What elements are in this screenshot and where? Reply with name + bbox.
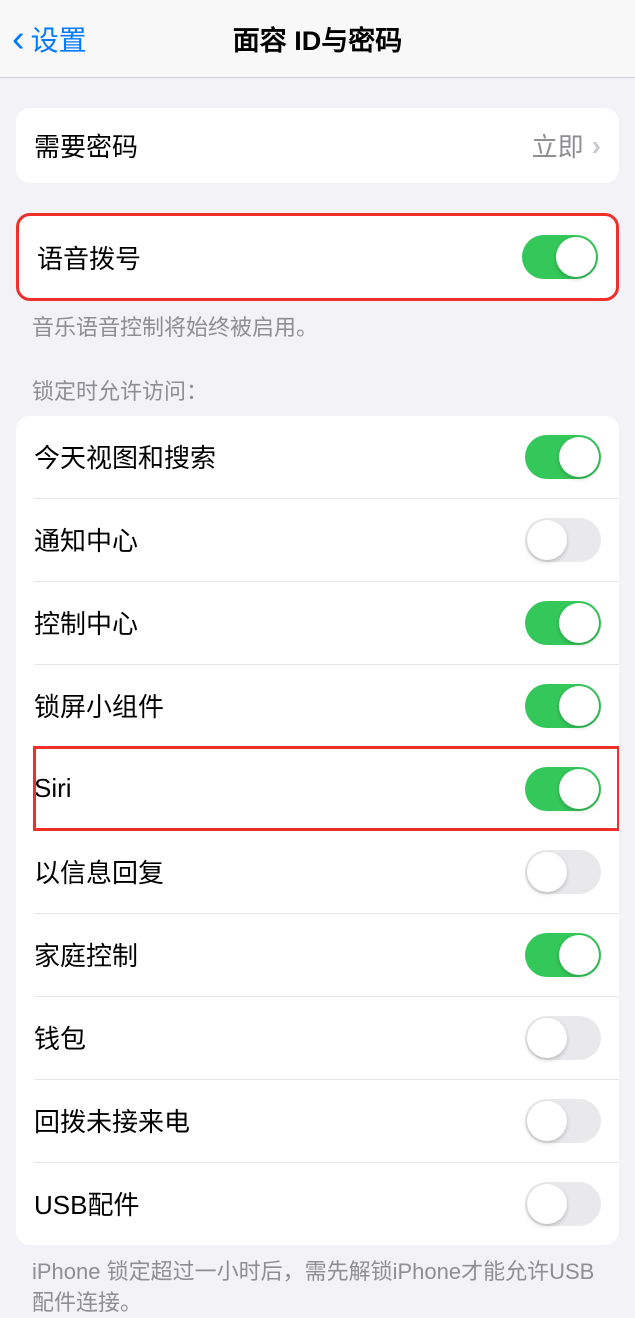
locked-access-row: 通知中心 bbox=[34, 498, 619, 581]
locked-access-toggle[interactable] bbox=[525, 518, 601, 562]
locked-access-item-label: 回拨未接来电 bbox=[34, 1102, 190, 1139]
locked-access-group: 今天视图和搜索通知中心控制中心锁屏小组件 Siri 以信息回复家庭控制钱包回拨未接来… bbox=[16, 416, 619, 1245]
locked-access-row: 以信息回复 bbox=[34, 830, 619, 913]
locked-access-row: 家庭控制 bbox=[34, 913, 619, 996]
locked-access-item-label: 控制中心 bbox=[34, 604, 138, 641]
voice-dial-row: 语音拨号 bbox=[19, 216, 616, 298]
voice-dial-label: 语音拨号 bbox=[37, 239, 141, 276]
locked-access-footer: iPhone 锁定超过一小时后，需先解锁iPhone才能允许USB 配件连接。 bbox=[0, 1245, 635, 1318]
locked-access-item-label: 通知中心 bbox=[34, 521, 138, 558]
locked-access-toggle[interactable] bbox=[525, 1099, 601, 1143]
voice-dial-toggle[interactable] bbox=[522, 235, 598, 279]
toggle-knob bbox=[527, 1184, 567, 1224]
nav-header: ‹ 设置 面容 ID与密码 bbox=[0, 0, 635, 78]
chevron-left-icon: ‹ bbox=[12, 20, 25, 58]
locked-access-row: 回拨未接来电 bbox=[34, 1079, 619, 1162]
locked-access-row: 今天视图和搜索 bbox=[16, 416, 619, 498]
toggle-knob bbox=[527, 1018, 567, 1058]
locked-access-row: 锁屏小组件 bbox=[34, 664, 619, 747]
locked-access-toggle[interactable] bbox=[525, 933, 601, 977]
toggle-knob bbox=[527, 520, 567, 560]
toggle-knob bbox=[559, 603, 599, 643]
toggle-knob bbox=[559, 935, 599, 975]
back-label: 设置 bbox=[31, 19, 87, 59]
locked-access-item-label: 家庭控制 bbox=[34, 936, 138, 973]
locked-access-row: Siri bbox=[34, 747, 619, 830]
locked-access-toggle[interactable] bbox=[525, 1016, 601, 1060]
locked-access-header: 锁定时允许访问： bbox=[0, 344, 635, 416]
toggle-knob bbox=[527, 852, 567, 892]
locked-access-toggle[interactable] bbox=[525, 850, 601, 894]
locked-access-item-label: 钱包 bbox=[34, 1019, 86, 1056]
locked-access-item-label: 锁屏小组件 bbox=[34, 687, 164, 724]
locked-access-item-label: Siri bbox=[34, 773, 72, 804]
passcode-group: 需要密码 立即 › bbox=[16, 108, 619, 183]
locked-access-row: USB配件 bbox=[34, 1162, 619, 1245]
toggle-knob bbox=[556, 237, 596, 277]
voice-dial-group: 语音拨号 bbox=[16, 213, 619, 301]
require-passcode-label: 需要密码 bbox=[34, 127, 138, 164]
locked-access-row: 控制中心 bbox=[34, 581, 619, 664]
locked-access-row: 钱包 bbox=[34, 996, 619, 1079]
voice-dial-footer: 音乐语音控制将始终被启用。 bbox=[0, 301, 635, 344]
back-button[interactable]: ‹ 设置 bbox=[0, 19, 87, 59]
locked-access-toggle[interactable] bbox=[525, 1182, 601, 1226]
locked-access-item-label: 今天视图和搜索 bbox=[34, 438, 216, 475]
page-title: 面容 ID与密码 bbox=[233, 19, 403, 58]
toggle-knob bbox=[559, 686, 599, 726]
toggle-knob bbox=[559, 437, 599, 477]
locked-access-toggle[interactable] bbox=[525, 601, 601, 645]
require-passcode-value: 立即 bbox=[532, 127, 584, 164]
locked-access-item-label: 以信息回复 bbox=[34, 853, 164, 890]
locked-access-toggle[interactable] bbox=[525, 684, 601, 728]
locked-access-toggle[interactable] bbox=[525, 767, 601, 811]
locked-access-item-label: USB配件 bbox=[34, 1185, 139, 1222]
require-passcode-row[interactable]: 需要密码 立即 › bbox=[16, 108, 619, 183]
chevron-right-icon: › bbox=[592, 130, 601, 162]
toggle-knob bbox=[527, 1101, 567, 1141]
toggle-knob bbox=[559, 769, 599, 809]
locked-access-toggle[interactable] bbox=[525, 435, 601, 479]
